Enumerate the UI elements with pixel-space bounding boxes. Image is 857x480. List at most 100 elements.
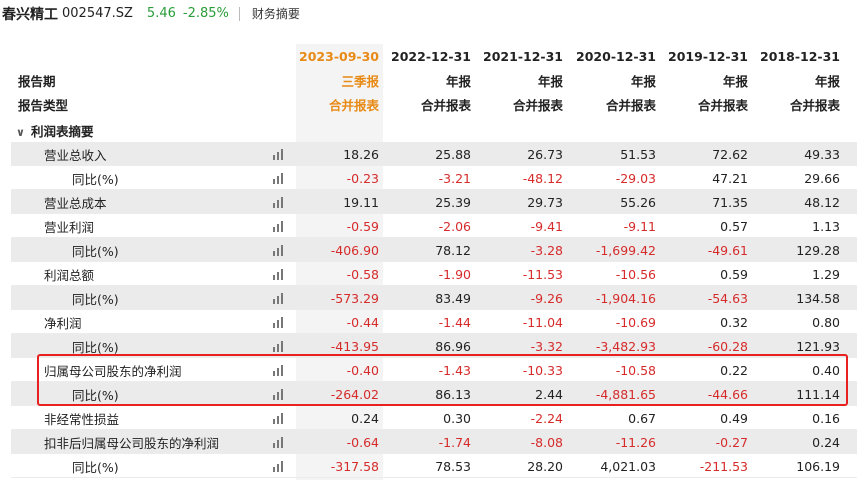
bar-chart-icon[interactable] xyxy=(273,220,286,232)
value-cell: 2018-12-31 xyxy=(760,48,840,64)
value-cell: -44.66 xyxy=(707,386,748,402)
value-cell: 0.24 xyxy=(812,434,840,450)
value-cell: 0.67 xyxy=(628,410,656,426)
table-row: 同比(%) -264.02 86.13 2.44 -4,881.65 -44.66 111.… xyxy=(11,382,857,406)
section-row-income-statement[interactable]: ∨ 利润表摘要 xyxy=(11,118,857,142)
value-cell: -1.90 xyxy=(438,266,471,282)
bar-chart-icon[interactable] xyxy=(273,460,286,472)
value-cell: 0.80 xyxy=(812,314,840,330)
value-cell: -0.64 xyxy=(346,434,379,450)
row-label: 同比(%) xyxy=(72,339,119,355)
bar-chart-icon[interactable] xyxy=(273,364,286,376)
value-cell: -10.33 xyxy=(522,362,563,378)
bar-chart-icon[interactable] xyxy=(273,388,286,400)
value-cell: -0.40 xyxy=(346,362,379,378)
bar-chart-icon[interactable] xyxy=(273,412,286,424)
value-cell: 合并报表 xyxy=(328,97,379,113)
value-cell: -0.27 xyxy=(715,434,748,450)
bar-chart-icon[interactable] xyxy=(273,148,286,160)
value-cell: 49.33 xyxy=(804,146,840,162)
stock-price: 5.46 xyxy=(146,6,176,21)
value-cell: 1.29 xyxy=(812,266,840,282)
value-cell: -317.58 xyxy=(330,458,379,474)
bar-chart-icon[interactable] xyxy=(273,316,286,328)
value-cell: 72.62 xyxy=(712,146,748,162)
value-cell: 年报 xyxy=(445,73,471,89)
value-cell: 29.73 xyxy=(527,194,563,210)
value-cell: 合并报表 xyxy=(697,97,748,113)
section-label-text: 利润表摘要 xyxy=(30,123,94,139)
bar-chart-icon[interactable] xyxy=(273,196,286,208)
value-cell: -413.95 xyxy=(330,338,379,354)
value-cell: 合并报表 xyxy=(420,97,471,113)
chevron-down-icon[interactable]: ∨ xyxy=(16,126,25,139)
row-label: 同比(%) xyxy=(72,387,119,403)
bar-chart-icon[interactable] xyxy=(273,340,286,352)
value-cell: -9.11 xyxy=(623,218,656,234)
bar-chart-icon[interactable] xyxy=(273,172,286,184)
value-cell: 134.58 xyxy=(796,290,840,306)
value-cell: 86.96 xyxy=(435,338,471,354)
row-label: 营业总成本 xyxy=(44,195,107,211)
value-cell: 83.49 xyxy=(435,290,471,306)
value-cell: 106.19 xyxy=(796,458,840,474)
value-cell: 78.12 xyxy=(435,242,471,258)
value-cell: -3,482.93 xyxy=(595,338,656,354)
value-cell: 0.59 xyxy=(720,266,748,282)
value-cell: 2.44 xyxy=(535,386,563,402)
table-row: 非经常性损益 0.24 0.30 -2.24 0.67 0.49 0.16 xyxy=(11,406,857,430)
value-cell: 合并报表 xyxy=(789,97,840,113)
value-cell: -10.69 xyxy=(615,314,656,330)
value-cell: 2020-12-31 xyxy=(576,48,656,64)
row-label: 同比(%) xyxy=(72,291,119,307)
value-cell: 年报 xyxy=(630,73,656,89)
value-cell: 121.93 xyxy=(796,338,840,354)
stock-change: -2.85% xyxy=(182,6,229,21)
value-cell: 合并报表 xyxy=(512,97,563,113)
table-row: 归属母公司股东的净利润 -0.40 -1.43 -10.33 -10.58 0.22 0.4… xyxy=(11,358,857,382)
value-cell: 18.26 xyxy=(343,146,379,162)
bar-chart-icon[interactable] xyxy=(273,292,286,304)
value-cell: -0.59 xyxy=(346,218,379,234)
bar-chart-icon[interactable] xyxy=(273,436,286,448)
row-label: 同比(%) xyxy=(72,171,119,187)
table-row: 利润总额 -0.58 -1.90 -11.53 -10.56 0.59 1.29 xyxy=(11,262,857,286)
value-cell: -0.23 xyxy=(346,170,379,186)
value-cell: -3.28 xyxy=(530,242,563,258)
value-cell: -1,699.42 xyxy=(595,242,656,258)
value-cell: 年报 xyxy=(814,73,840,89)
value-cell: 19.11 xyxy=(343,194,379,210)
row-label: 同比(%) xyxy=(72,459,119,475)
row-label: 非经常性损益 xyxy=(44,411,120,427)
value-cell: -10.58 xyxy=(615,362,656,378)
value-cell: 51.53 xyxy=(620,146,656,162)
row-label: 扣非后归属母公司股东的净利润 xyxy=(44,435,220,451)
value-cell: -3.21 xyxy=(438,170,471,186)
value-cell: -1,904.16 xyxy=(595,290,656,306)
value-cell: 三季报 xyxy=(341,73,379,89)
value-cell: -10.56 xyxy=(615,266,656,282)
row-divider xyxy=(11,477,857,478)
header-row-period: 报告期 三季报 年报 年报 年报 年报 年报 xyxy=(11,68,857,92)
value-cell: 0.32 xyxy=(720,314,748,330)
section-title[interactable]: 财务摘要 xyxy=(252,5,300,22)
value-cell: -0.58 xyxy=(346,266,379,282)
value-cell: 0.30 xyxy=(443,410,471,426)
bar-chart-icon[interactable] xyxy=(273,244,286,256)
value-cell: 48.12 xyxy=(804,194,840,210)
value-cell: -11.26 xyxy=(615,434,656,450)
value-cell: -0.44 xyxy=(346,314,379,330)
value-cell: 26.73 xyxy=(527,146,563,162)
value-cell: 71.35 xyxy=(712,194,748,210)
section-label[interactable]: ∨ 利润表摘要 xyxy=(16,121,93,140)
value-cell: -60.28 xyxy=(707,338,748,354)
row-label: 同比(%) xyxy=(72,243,119,259)
header-divider xyxy=(238,6,240,21)
table-row: 同比(%) -0.23 -3.21 -48.12 -29.03 47.21 29.66 xyxy=(11,166,857,190)
bar-chart-icon[interactable] xyxy=(273,268,286,280)
value-cell: -9.26 xyxy=(530,290,563,306)
value-cell: -406.90 xyxy=(330,242,379,258)
value-cell: 4,021.03 xyxy=(600,458,656,474)
value-cell: 25.88 xyxy=(435,146,471,162)
value-cell: 86.13 xyxy=(435,386,471,402)
